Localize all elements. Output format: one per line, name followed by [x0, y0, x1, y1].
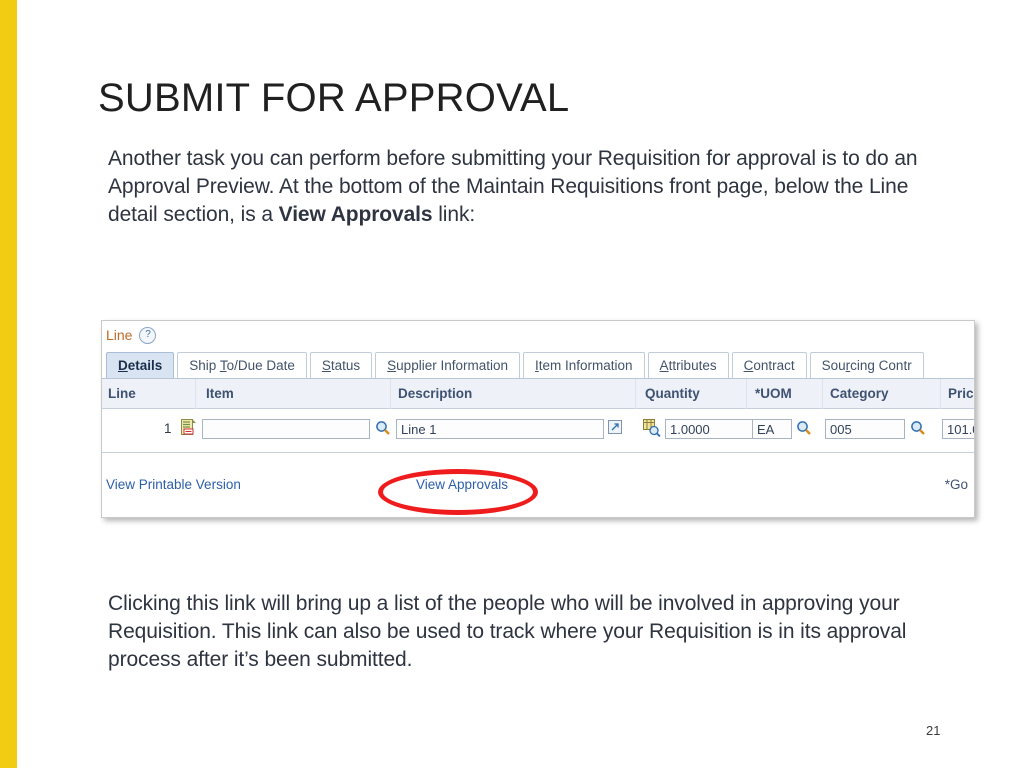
grid-footer-row: View Printable Version View Approvals *G… — [102, 453, 974, 517]
category-field[interactable]: 005 — [825, 419, 905, 439]
intro-paragraph-part1: Another task you can perform before subm… — [108, 147, 918, 226]
quantity-field[interactable]: 1.0000 — [665, 419, 765, 439]
tab-attributes[interactable]: Attributes — [647, 352, 729, 378]
intro-paragraph-part2: link: — [432, 203, 476, 226]
price-field[interactable]: 101.0 — [942, 419, 974, 439]
line-comments-icon[interactable] — [181, 419, 197, 436]
item-lookup-icon[interactable] — [375, 420, 391, 436]
slide-page-number: 21 — [926, 723, 941, 738]
intro-paragraph-emphasis: View Approvals — [278, 203, 433, 226]
column-header-category: Category — [830, 386, 889, 401]
tab-details[interactable]: Details — [106, 352, 175, 378]
cell-line-number: 1 — [164, 421, 172, 436]
column-header-line: Line — [108, 386, 136, 401]
left-accent-bar — [0, 0, 17, 768]
description-field[interactable]: Line 1 — [396, 419, 604, 439]
uom-field[interactable]: EA — [752, 419, 792, 439]
uom-lookup-icon[interactable] — [796, 420, 812, 436]
line-section-label: Line — [106, 327, 133, 343]
outro-paragraph: Clicking this link will bring up a list … — [108, 592, 907, 671]
embedded-requisition-grid-screenshot: Line ? Details Ship To/Due Date Status S… — [101, 320, 975, 518]
tab-supplier-information[interactable]: Supplier Information — [375, 352, 520, 378]
line-section-header: Line ? — [102, 321, 974, 349]
tab-sourcing-controls[interactable]: Sourcing Contr — [809, 352, 924, 378]
column-header-price: Price — [948, 386, 974, 401]
column-header-item: Item — [206, 386, 234, 401]
table-row: 1 Line 1 1.0000 EA 005 101. — [102, 409, 974, 453]
column-header-uom: *UOM — [755, 386, 792, 401]
quantity-detail-icon[interactable] — [643, 419, 661, 438]
intro-paragraph: Another task you can perform before subm… — [108, 145, 958, 229]
description-expand-icon[interactable] — [608, 420, 623, 435]
help-icon[interactable]: ? — [139, 326, 157, 344]
category-lookup-icon[interactable] — [910, 420, 926, 436]
tab-status[interactable]: Status — [309, 352, 373, 378]
go-label[interactable]: *Go — [945, 477, 968, 492]
column-header-description: Description — [398, 386, 473, 401]
item-field[interactable] — [202, 419, 370, 439]
slide-canvas: SUBMIT FOR APPROVAL Another task you can… — [0, 0, 1024, 768]
view-printable-version-link[interactable]: View Printable Version — [106, 477, 241, 492]
tab-contract[interactable]: Contract — [731, 352, 807, 378]
view-approvals-link[interactable]: View Approvals — [416, 477, 508, 492]
page-title: SUBMIT FOR APPROVAL — [98, 76, 570, 120]
grid-column-headers: Line Item Description Quantity *UOM Cate… — [102, 379, 974, 409]
column-header-quantity: Quantity — [645, 386, 700, 401]
tab-item-information[interactable]: Item Information — [522, 352, 645, 378]
tab-ship-to-due-date[interactable]: Ship To/Due Date — [177, 352, 307, 378]
grid-tab-strip: Details Ship To/Due Date Status Supplier… — [102, 349, 974, 379]
